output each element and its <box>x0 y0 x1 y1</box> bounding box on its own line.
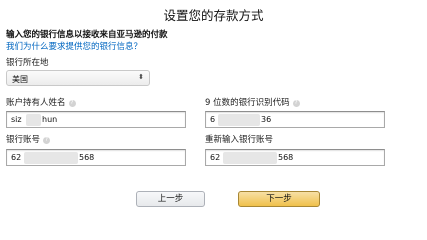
confirm-account-number-label: 重新输入银行账号 <box>205 135 274 145</box>
account-holder-label-text: 账户持有人姓名 <box>6 98 66 108</box>
account-number-label: 银行账号? <box>6 133 51 145</box>
page-title: 设置您的存款方式 <box>163 8 264 23</box>
redaction-mask <box>223 152 277 164</box>
why-bank-info-link[interactable]: 我们为什么要求提供您的银行信息？ <box>6 40 142 52</box>
routing-number-value-end: 36 <box>261 115 272 124</box>
account-holder-value: siz <box>11 115 22 124</box>
bank-info-subheading: 输入您的银行信息以接收来自亚马逊的付款 <box>6 30 168 40</box>
account-number-label-text: 银行账号 <box>6 135 41 145</box>
routing-number-input[interactable]: 6 36 <box>205 111 385 128</box>
bank-country-select[interactable]: 美国 ⬍ <box>6 70 150 86</box>
account-number-input[interactable]: 62 568 <box>6 149 186 166</box>
account-number-value-end: 568 <box>79 153 95 162</box>
next-step-button[interactable]: 下一步 <box>238 191 320 207</box>
confirm-account-number-input[interactable]: 62 568 <box>205 149 385 166</box>
redaction-mask <box>24 152 78 164</box>
redaction-mask <box>26 114 41 126</box>
help-icon[interactable]: ? <box>68 100 76 107</box>
previous-step-button[interactable]: 上一步 <box>136 191 205 207</box>
bank-country-value: 美国 <box>12 75 28 84</box>
select-arrows-icon: ⬍ <box>138 73 144 81</box>
account-holder-label: 账户持有人姓名? <box>6 96 76 108</box>
confirm-account-number-value: 62 <box>210 153 221 162</box>
help-icon[interactable]: ? <box>43 137 51 144</box>
routing-number-value: 6 <box>210 115 216 124</box>
routing-number-label: 9 位数的银行识别代码? <box>205 96 300 108</box>
account-holder-input[interactable]: siz hun <box>6 111 186 128</box>
confirm-account-number-value-end: 568 <box>278 153 294 162</box>
bank-country-label: 银行所在地 <box>6 58 49 68</box>
help-icon[interactable]: ? <box>292 100 300 107</box>
account-number-value: 62 <box>11 153 22 162</box>
account-holder-value-end: hun <box>42 115 58 124</box>
redaction-mask <box>218 114 260 126</box>
routing-number-label-text: 9 位数的银行识别代码 <box>205 98 290 108</box>
